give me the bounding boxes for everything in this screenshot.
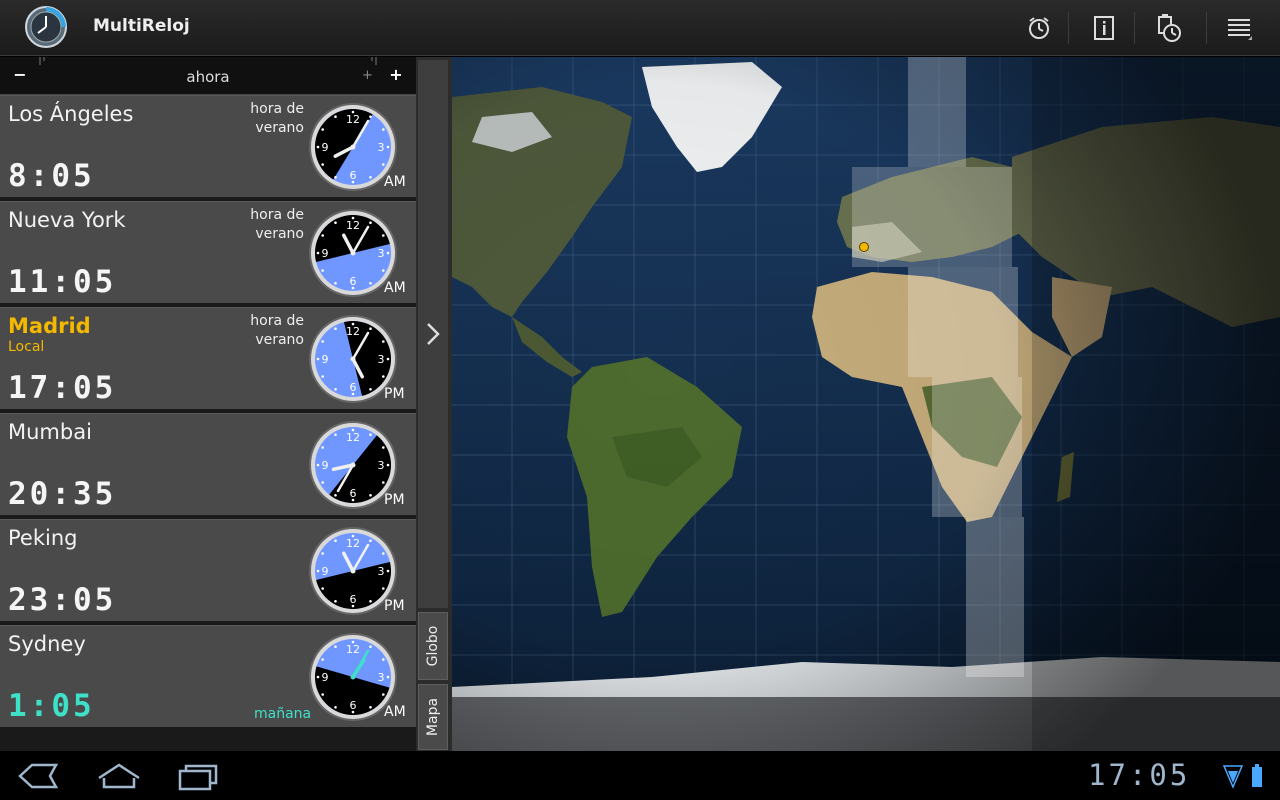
clock-list-panel: − ahora + + Los Ángeles 8:05 hora de verano… xyxy=(0,57,416,751)
city-row[interactable]: Peking 23:05 12 3 6 9 PM xyxy=(0,519,416,621)
alarm-icon xyxy=(1029,17,1049,39)
city-row[interactable]: Sydney 1:05 mañana 12 3 6 9 AM xyxy=(0,625,416,727)
action-bar: MultiReloj xyxy=(0,0,1280,56)
ampm-label: PM xyxy=(384,598,405,614)
signal-battery-icons xyxy=(1222,764,1262,789)
city-name: Peking xyxy=(8,526,78,550)
world-map-image xyxy=(452,57,1280,751)
clock-numeral: 9 xyxy=(322,141,329,154)
clock-settings-icon xyxy=(1158,14,1181,42)
info-button[interactable] xyxy=(1086,10,1122,46)
city-time: 20:35 xyxy=(8,476,117,512)
clock-numeral: 3 xyxy=(378,671,385,684)
tab-globe[interactable]: Globo xyxy=(418,612,448,680)
app-title: MultiReloj xyxy=(93,16,190,36)
city-time: 11:05 xyxy=(8,264,117,300)
world-map[interactable] xyxy=(452,57,1280,751)
clock-numeral: 12 xyxy=(346,325,360,338)
back-icon[interactable] xyxy=(14,760,64,792)
timeline-plus-button[interactable]: + xyxy=(386,65,406,84)
city-local-label: Local xyxy=(8,339,45,355)
ampm-label: PM xyxy=(384,386,405,402)
dst-label: hora de verano xyxy=(220,100,304,138)
city-time: 23:05 xyxy=(8,582,117,618)
clock-numeral: 3 xyxy=(378,141,385,154)
clock-numeral: 3 xyxy=(378,459,385,472)
dst-label: hora de verano xyxy=(220,206,304,244)
expand-panel-button[interactable] xyxy=(418,60,448,608)
overflow-menu-button[interactable] xyxy=(1222,10,1258,46)
clock-numeral: 6 xyxy=(350,699,357,712)
clock-numeral: 3 xyxy=(378,353,385,366)
city-time: 17:05 xyxy=(8,370,117,406)
clock-numeral: 6 xyxy=(350,275,357,288)
city-name: Sydney xyxy=(8,632,86,656)
city-row[interactable]: Madrid Local 17:05 hora de verano 12 3 6 9 PM xyxy=(0,307,416,409)
time-settings-button[interactable] xyxy=(1150,10,1186,46)
app-clock-icon[interactable] xyxy=(24,5,68,49)
timeline-ticks xyxy=(39,57,377,65)
city-row[interactable]: Nueva York 11:05 hora de verano 12 3 6 9 AM xyxy=(0,201,416,303)
city-name: Mumbai xyxy=(8,420,92,444)
clock-numeral: 9 xyxy=(322,247,329,260)
clock-numeral: 9 xyxy=(322,459,329,472)
clock-numeral: 3 xyxy=(378,565,385,578)
clock-numeral: 12 xyxy=(346,643,360,656)
ampm-label: PM xyxy=(384,492,405,508)
city-time: 1:05 xyxy=(8,688,95,724)
city-name: Madrid xyxy=(8,314,91,338)
city-row[interactable]: Los Ángeles 8:05 hora de verano 12 3 6 9 AM xyxy=(0,95,416,197)
clock-numeral: 3 xyxy=(378,247,385,260)
clock-numeral: 6 xyxy=(350,169,357,182)
info-icon xyxy=(1094,16,1114,40)
home-icon[interactable] xyxy=(94,760,144,792)
clock-numeral: 6 xyxy=(350,593,357,606)
city-name: Los Ángeles xyxy=(8,102,134,126)
status-clock: 17:05 xyxy=(1088,758,1191,792)
clock-numeral: 9 xyxy=(322,565,329,578)
clock-numeral: 9 xyxy=(322,671,329,684)
dst-line: verano xyxy=(255,226,304,242)
alarm-button[interactable] xyxy=(1021,10,1057,46)
timeline-slider[interactable]: − ahora + + xyxy=(0,57,416,95)
clock-numeral: 12 xyxy=(346,431,360,444)
clock-numeral: 12 xyxy=(346,537,360,550)
dst-line: verano xyxy=(255,120,304,136)
city-row[interactable]: Mumbai 20:35 12 3 6 9 PM xyxy=(0,413,416,515)
tab-globe-label: Globo xyxy=(425,625,441,667)
timeline-now-label: ahora xyxy=(186,68,230,86)
ampm-label: AM xyxy=(384,704,406,720)
clock-numeral: 6 xyxy=(350,381,357,394)
city-time: 8:05 xyxy=(8,158,95,194)
recent-apps-icon[interactable] xyxy=(174,760,224,792)
dst-label: hora de verano xyxy=(220,312,304,350)
tab-map[interactable]: Mapa xyxy=(418,684,448,750)
timeline-plus-small: + xyxy=(362,68,373,83)
menu-icon xyxy=(1228,19,1252,40)
dst-line: verano xyxy=(255,332,304,348)
clock-numeral: 9 xyxy=(322,353,329,366)
tomorrow-label: mañana xyxy=(254,706,312,722)
dst-line: hora de xyxy=(250,207,304,223)
dst-line: hora de xyxy=(250,313,304,329)
dst-line: hora de xyxy=(250,101,304,117)
chevron-right-icon xyxy=(427,323,440,345)
clock-numeral: 6 xyxy=(350,487,357,500)
tab-map-label: Mapa xyxy=(425,697,441,737)
clock-numeral: 12 xyxy=(346,113,360,126)
ampm-label: AM xyxy=(384,174,406,190)
clock-numeral: 12 xyxy=(346,219,360,232)
city-name: Nueva York xyxy=(8,208,126,232)
ampm-label: AM xyxy=(384,280,406,296)
